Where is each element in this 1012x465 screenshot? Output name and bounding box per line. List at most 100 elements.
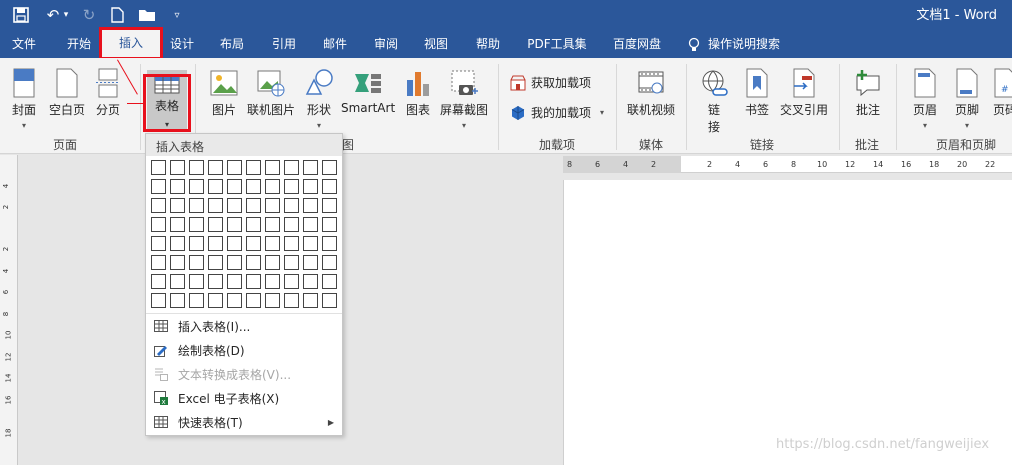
table-grid-cell[interactable] bbox=[303, 198, 318, 213]
online-picture-button[interactable]: 联机图片 bbox=[246, 68, 296, 118]
table-grid-cell[interactable] bbox=[151, 217, 166, 232]
tab-references[interactable]: 引用 bbox=[270, 31, 298, 58]
my-addins-button[interactable]: 我的加载项 ▾ bbox=[510, 104, 604, 121]
table-grid-cell[interactable] bbox=[303, 217, 318, 232]
table-grid-cell[interactable] bbox=[151, 236, 166, 251]
table-grid-cell[interactable] bbox=[246, 179, 261, 194]
table-grid-cell[interactable] bbox=[246, 160, 261, 175]
page-number-button[interactable]: # 页码 bbox=[993, 68, 1012, 118]
table-grid-cell[interactable] bbox=[246, 198, 261, 213]
table-grid-cell[interactable] bbox=[284, 179, 299, 194]
cover-page-button[interactable]: 封面 ▾ bbox=[9, 68, 39, 130]
tab-design[interactable]: 设计 bbox=[168, 31, 196, 58]
table-grid-cell[interactable] bbox=[284, 274, 299, 289]
tab-view[interactable]: 视图 bbox=[422, 31, 450, 58]
table-grid-cell[interactable] bbox=[208, 293, 223, 308]
table-grid-cell[interactable] bbox=[303, 274, 318, 289]
picture-button[interactable]: 图片 bbox=[206, 68, 242, 118]
table-grid-cell[interactable] bbox=[189, 255, 204, 270]
save-icon[interactable] bbox=[10, 4, 32, 26]
table-grid-cell[interactable] bbox=[227, 293, 242, 308]
table-grid-cell[interactable] bbox=[303, 293, 318, 308]
menu-insert-table[interactable]: 插入表格(I)... bbox=[146, 315, 342, 337]
new-comment-button[interactable]: 批注 bbox=[852, 68, 884, 118]
table-grid-cell[interactable] bbox=[284, 160, 299, 175]
table-grid-cell[interactable] bbox=[265, 274, 280, 289]
table-grid-cell[interactable] bbox=[208, 198, 223, 213]
table-grid-cell[interactable] bbox=[208, 274, 223, 289]
table-grid-cell[interactable] bbox=[303, 179, 318, 194]
table-grid-cell[interactable] bbox=[322, 160, 337, 175]
blank-page-button[interactable]: 空白页 bbox=[47, 68, 87, 118]
table-grid-cell[interactable] bbox=[208, 217, 223, 232]
menu-excel-spreadsheet[interactable]: x Excel 电子表格(X) bbox=[146, 387, 342, 409]
table-grid-cell[interactable] bbox=[322, 179, 337, 194]
table-grid-cell[interactable] bbox=[189, 179, 204, 194]
table-grid-cell[interactable] bbox=[322, 198, 337, 213]
table-grid-cell[interactable] bbox=[303, 160, 318, 175]
screenshot-button[interactable]: 屏幕截图 ▾ bbox=[438, 68, 490, 130]
table-grid-cell[interactable] bbox=[322, 293, 337, 308]
table-grid-cell[interactable] bbox=[170, 236, 185, 251]
table-grid-cell[interactable] bbox=[170, 198, 185, 213]
table-grid-cell[interactable] bbox=[227, 198, 242, 213]
chart-button[interactable]: 图表 bbox=[403, 68, 433, 118]
table-grid-cell[interactable] bbox=[151, 160, 166, 175]
table-grid-cell[interactable] bbox=[170, 179, 185, 194]
redo-icon[interactable]: ↻ bbox=[78, 4, 100, 26]
tab-pdf-tools[interactable]: PDF工具集 bbox=[526, 31, 588, 58]
link-button[interactable]: 链 接 bbox=[698, 68, 730, 135]
table-grid-cell[interactable] bbox=[265, 293, 280, 308]
table-grid-cell[interactable] bbox=[208, 255, 223, 270]
table-grid-cell[interactable] bbox=[284, 217, 299, 232]
table-grid-cell[interactable] bbox=[170, 255, 185, 270]
tab-baidu-netdisk[interactable]: 百度网盘 bbox=[609, 31, 665, 58]
table-grid-cell[interactable] bbox=[189, 160, 204, 175]
table-grid-cell[interactable] bbox=[189, 198, 204, 213]
table-grid-cell[interactable] bbox=[265, 236, 280, 251]
table-grid-cell[interactable] bbox=[322, 217, 337, 232]
table-grid-cell[interactable] bbox=[170, 274, 185, 289]
table-grid-cell[interactable] bbox=[227, 236, 242, 251]
table-grid-cell[interactable] bbox=[284, 255, 299, 270]
table-grid-cell[interactable] bbox=[284, 198, 299, 213]
undo-dropdown-icon[interactable]: ▾ bbox=[60, 4, 72, 26]
table-grid-cell[interactable] bbox=[227, 274, 242, 289]
table-grid-cell[interactable] bbox=[189, 236, 204, 251]
table-grid-cell[interactable] bbox=[246, 274, 261, 289]
open-folder-icon[interactable] bbox=[136, 4, 158, 26]
cross-reference-button[interactable]: 交叉引用 bbox=[779, 68, 829, 118]
table-grid-cell[interactable] bbox=[151, 274, 166, 289]
table-grid-cell[interactable] bbox=[208, 236, 223, 251]
table-size-grid[interactable] bbox=[151, 160, 337, 308]
get-addins-button[interactable]: 获取加载项 bbox=[510, 74, 591, 91]
table-grid-cell[interactable] bbox=[151, 179, 166, 194]
smartart-button[interactable]: SmartArt bbox=[341, 68, 395, 115]
table-grid-cell[interactable] bbox=[170, 293, 185, 308]
table-grid-cell[interactable] bbox=[265, 255, 280, 270]
table-grid-cell[interactable] bbox=[151, 293, 166, 308]
table-grid-cell[interactable] bbox=[208, 160, 223, 175]
tab-file[interactable]: 文件 bbox=[10, 31, 38, 58]
table-grid-cell[interactable] bbox=[170, 217, 185, 232]
table-grid-cell[interactable] bbox=[189, 217, 204, 232]
table-grid-cell[interactable] bbox=[151, 198, 166, 213]
table-grid-cell[interactable] bbox=[322, 274, 337, 289]
table-grid-cell[interactable] bbox=[265, 179, 280, 194]
table-grid-cell[interactable] bbox=[227, 255, 242, 270]
footer-button[interactable]: 页脚 ▾ bbox=[952, 68, 982, 130]
table-grid-cell[interactable] bbox=[246, 217, 261, 232]
tab-layout[interactable]: 布局 bbox=[218, 31, 246, 58]
table-grid-cell[interactable] bbox=[189, 274, 204, 289]
table-grid-cell[interactable] bbox=[265, 160, 280, 175]
table-grid-cell[interactable] bbox=[246, 255, 261, 270]
table-grid-cell[interactable] bbox=[246, 293, 261, 308]
menu-quick-tables[interactable]: 快速表格(T) ▶ bbox=[146, 411, 342, 433]
document-page[interactable] bbox=[563, 180, 1012, 465]
table-grid-cell[interactable] bbox=[265, 198, 280, 213]
table-grid-cell[interactable] bbox=[189, 293, 204, 308]
tab-review[interactable]: 审阅 bbox=[372, 31, 400, 58]
table-grid-cell[interactable] bbox=[284, 236, 299, 251]
table-grid-cell[interactable] bbox=[227, 179, 242, 194]
header-button[interactable]: 页眉 ▾ bbox=[910, 68, 940, 130]
